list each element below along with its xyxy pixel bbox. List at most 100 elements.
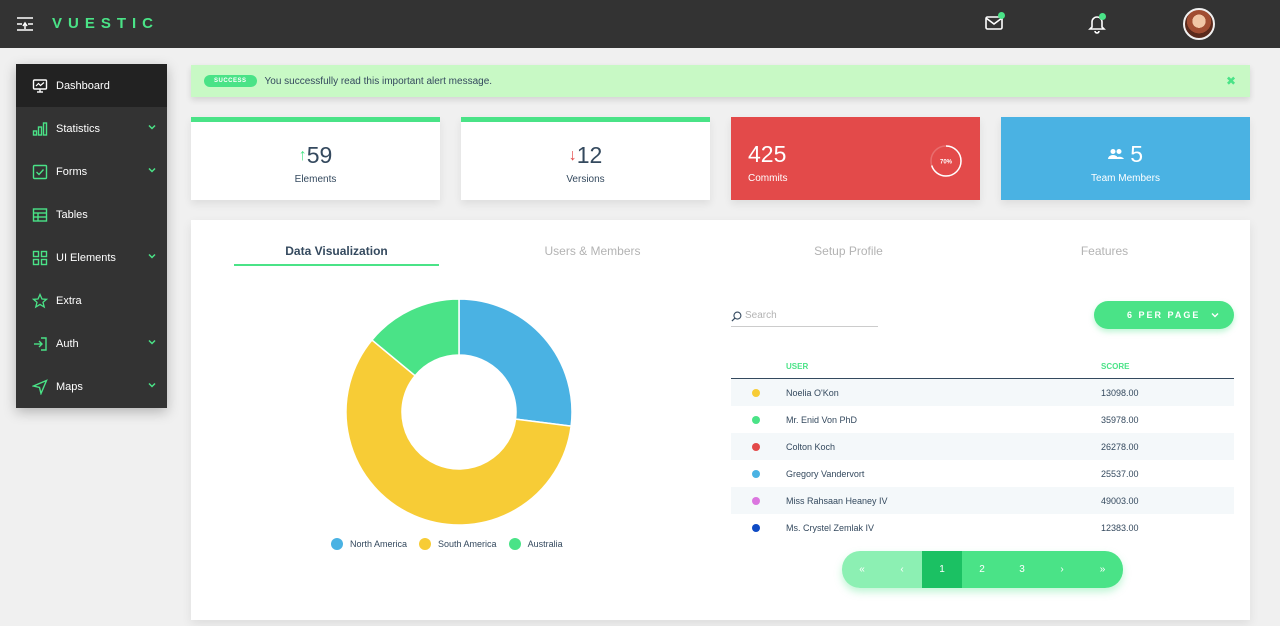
success-badge: SUCCESS xyxy=(204,75,257,87)
versions-card: ↓12 Versions xyxy=(461,117,710,200)
table-row[interactable]: Colton Koch 26278.00 xyxy=(731,433,1234,460)
row-user-name: Miss Rahsaan Heaney IV xyxy=(786,496,888,506)
chevron-down-icon xyxy=(148,382,156,388)
chevron-down-icon xyxy=(148,339,156,345)
table-icon xyxy=(32,207,48,222)
arrow-down-icon: ↓ xyxy=(568,147,577,164)
elements-label: Elements xyxy=(294,174,337,185)
page-prev-button[interactable]: ‹ xyxy=(882,551,922,588)
versions-label: Versions xyxy=(566,174,605,185)
chevron-down-icon xyxy=(1211,313,1219,318)
bell-notification-dot xyxy=(1099,13,1106,20)
navigation-icon xyxy=(32,378,48,395)
search-field xyxy=(731,308,878,327)
bar-chart-icon xyxy=(32,121,48,136)
tab-users-members[interactable]: Users & Members xyxy=(490,244,695,264)
versions-value: ↓12 xyxy=(568,142,603,168)
table-row[interactable]: Mr. Enid Von PhD 35978.00 xyxy=(731,406,1234,433)
grid-icon xyxy=(32,250,48,265)
table-row[interactable]: Noelia O'Kon 13098.00 xyxy=(731,379,1234,406)
sidebar-item-label: Maps xyxy=(56,380,83,393)
monitor-icon xyxy=(32,78,48,93)
page-last-button[interactable]: » xyxy=(1082,551,1123,588)
elements-value: ↑59 xyxy=(298,142,333,168)
table-row[interactable]: Miss Rahsaan Heaney IV 49003.00 xyxy=(731,487,1234,514)
row-color-dot xyxy=(752,524,760,532)
row-score: 25537.00 xyxy=(1101,469,1139,479)
row-color-dot xyxy=(752,497,760,505)
page-next-button[interactable]: › xyxy=(1042,551,1082,588)
legend-swatch xyxy=(419,538,432,550)
commits-value: 425 xyxy=(748,141,787,167)
page-2-button[interactable]: 2 xyxy=(962,551,1002,588)
chart-legend: North America South America Australia xyxy=(331,538,575,550)
sidebar-item-label: Statistics xyxy=(56,122,101,135)
row-user-name: Colton Koch xyxy=(786,442,836,452)
legend-swatch xyxy=(508,538,521,550)
menu-toggle-icon[interactable] xyxy=(16,15,34,33)
checkbox-icon xyxy=(32,164,48,179)
sidebar-item-forms[interactable]: Forms xyxy=(16,150,167,193)
sidebar-item-tables[interactable]: Tables xyxy=(16,193,167,236)
sidebar: Dashboard Statistics Forms Tables UI Ele… xyxy=(16,64,167,408)
legend-item-south-america[interactable]: South America xyxy=(419,538,497,550)
page-1-button[interactable]: 1 xyxy=(922,551,962,588)
sidebar-item-label: UI Elements xyxy=(56,251,116,264)
tab-data-visualization[interactable]: Data Visualization xyxy=(234,244,439,266)
team-members-card: 5 Team Members xyxy=(1001,117,1250,200)
star-icon xyxy=(32,292,48,308)
row-color-dot xyxy=(752,416,760,424)
page-3-button[interactable]: 3 xyxy=(1002,551,1042,588)
row-score: 26278.00 xyxy=(1101,442,1139,452)
users-table: USER SCORE Noelia O'Kon 13098.00 Mr. Eni… xyxy=(731,357,1234,541)
per-page-dropdown[interactable]: 6 PER PAGE xyxy=(1094,301,1234,329)
legend-item-australia[interactable]: Australia xyxy=(508,538,563,550)
page-first-button[interactable]: « xyxy=(842,551,882,588)
tab-setup-profile[interactable]: Setup Profile xyxy=(746,244,951,264)
row-score: 13098.00 xyxy=(1101,388,1139,398)
row-color-dot xyxy=(752,470,760,478)
row-score: 49003.00 xyxy=(1101,496,1139,506)
avatar[interactable] xyxy=(1183,8,1215,40)
progress-ring: 70% xyxy=(930,145,962,177)
sidebar-item-label: Extra xyxy=(56,294,82,307)
users-icon xyxy=(1107,149,1124,159)
login-icon xyxy=(34,336,47,351)
sidebar-item-label: Forms xyxy=(56,165,88,178)
row-user-name: Mr. Enid Von PhD xyxy=(786,415,858,425)
top-bar: VUESTIC xyxy=(0,0,1280,48)
table-row[interactable]: Gregory Vandervort 25537.00 xyxy=(731,460,1234,487)
row-score: 35978.00 xyxy=(1101,415,1139,425)
row-score: 12383.00 xyxy=(1101,523,1139,533)
alert-message: You successfully read this important ale… xyxy=(264,75,493,87)
sidebar-item-auth[interactable]: Auth xyxy=(16,322,167,365)
tab-features[interactable]: Features xyxy=(1002,244,1207,264)
alert-close-icon[interactable]: ✖ xyxy=(1226,74,1236,88)
dashboard-tabs-panel: Data Visualization Users & Members Setup… xyxy=(191,220,1250,620)
donut-chart xyxy=(345,298,573,526)
arrow-up-icon: ↑ xyxy=(298,147,307,164)
sidebar-item-statistics[interactable]: Statistics xyxy=(16,107,167,150)
sidebar-item-dashboard[interactable]: Dashboard xyxy=(16,64,167,107)
row-user-name: Ms. Crystel Zemlak IV xyxy=(786,523,875,533)
app-logo[interactable]: VUESTIC xyxy=(52,15,159,32)
chevron-down-icon xyxy=(148,124,156,130)
sidebar-item-maps[interactable]: Maps xyxy=(16,365,167,408)
donut-slice-north-america[interactable] xyxy=(458,298,573,428)
sidebar-item-ui-elements[interactable]: UI Elements xyxy=(16,236,167,279)
legend-item-north-america[interactable]: North America xyxy=(331,538,407,550)
chevron-down-icon xyxy=(148,253,156,259)
column-header-score[interactable]: SCORE xyxy=(1101,362,1129,371)
sidebar-item-extra[interactable]: Extra xyxy=(16,279,167,322)
commits-card: 425 Commits 70% xyxy=(731,117,980,200)
mail-notification-dot xyxy=(998,12,1005,19)
table-row[interactable]: Ms. Crystel Zemlak IV 12383.00 xyxy=(731,514,1234,541)
legend-swatch xyxy=(331,538,343,550)
success-alert: SUCCESS You successfully read this impor… xyxy=(191,65,1250,97)
team-members-label: Team Members xyxy=(1091,173,1160,184)
search-input[interactable] xyxy=(745,310,875,321)
progress-ring-label: 70% xyxy=(940,160,953,166)
column-header-user[interactable]: USER xyxy=(786,362,808,371)
table-body: Noelia O'Kon 13098.00 Mr. Enid Von PhD 3… xyxy=(731,379,1234,541)
pagination: « ‹ 1 2 3 › » xyxy=(842,551,1123,588)
